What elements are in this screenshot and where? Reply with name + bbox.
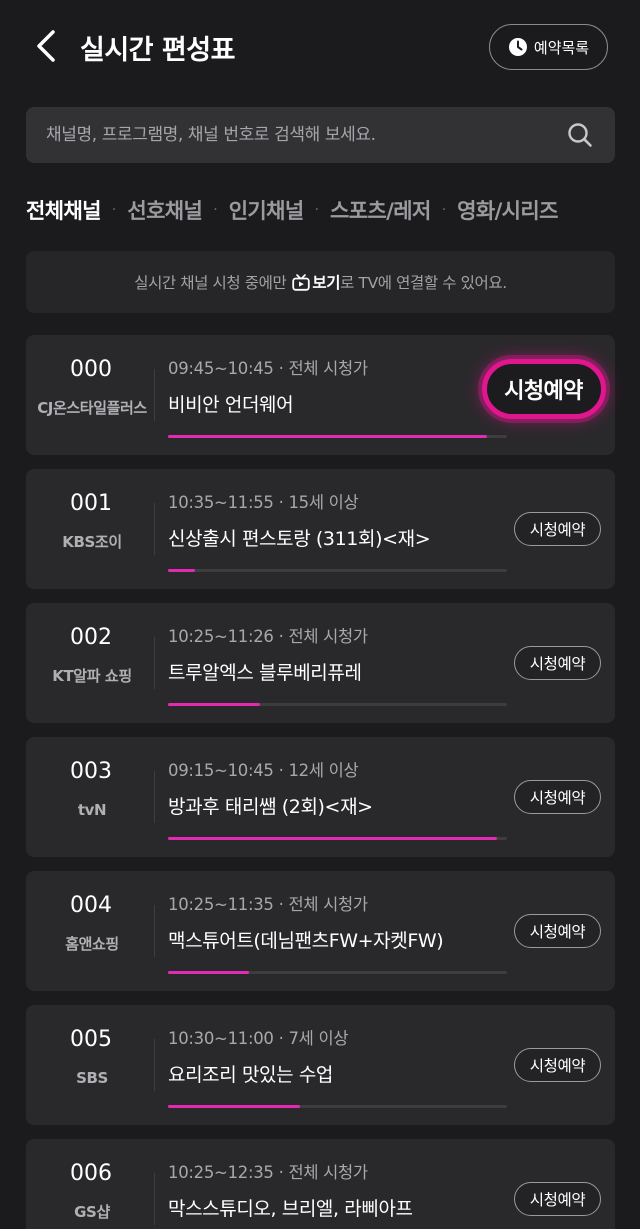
program-time: 10:30~11:00 · 7세 이상 (168, 1029, 349, 1048)
channel-divider (154, 905, 155, 957)
watch-reservation-button[interactable]: 시청예약 (514, 646, 601, 680)
channel-row[interactable]: 001 KBS조이 10:35~11:55 · 15세 이상신상출시 편스토랑 (3… (26, 469, 615, 589)
watch-reservation-button[interactable]: 시청예약 (514, 1182, 601, 1216)
notice-text-after: 로 TV에 연결할 수 있어요. (340, 274, 507, 292)
reservation-list-button[interactable]: 예약목록 (489, 24, 608, 70)
program-time: 10:25~11:26 · 전체 시청가 (168, 627, 368, 646)
program-progress-bar (168, 837, 507, 840)
search-input[interactable] (46, 125, 565, 145)
program-title: 신상출시 편스토랑 (311회)<재> (168, 528, 431, 550)
watch-reservation-button[interactable]: 시청예약 (514, 914, 601, 948)
channel-name: tvN (77, 801, 107, 819)
channel-number: 005 (70, 1027, 112, 1052)
program-title: 요리조리 맛있는 수업 (168, 1064, 333, 1086)
tab-category-1[interactable]: 선호채널 (127, 195, 202, 225)
channel-divider (154, 771, 155, 823)
tv-icon (292, 273, 311, 291)
program-progress-bar (168, 703, 507, 706)
channel-row[interactable]: 002 KT알파 쇼핑 10:25~11:26 · 전체 시청가트루알엑스 블루베리… (26, 603, 615, 723)
back-button[interactable] (26, 26, 66, 66)
channel-number: 006 (70, 1161, 112, 1186)
program-time: 10:25~11:35 · 전체 시청가 (168, 895, 368, 914)
channel-name: 홈앤쇼핑 (65, 935, 119, 953)
program-progress-bar (168, 435, 507, 438)
tab-category-0[interactable]: 전체채널 (26, 195, 101, 225)
clock-icon (508, 38, 527, 56)
header: 실시간 편성표 예약목록 (0, 0, 640, 96)
watch-reservation-button[interactable]: 시청예약 (514, 780, 601, 814)
channel-number: 000 (70, 357, 112, 382)
program-time: 10:35~11:55 · 15세 이상 (168, 493, 359, 512)
program-progress-fill (168, 1105, 301, 1108)
program-title: 트루알엑스 블루베리퓨레 (168, 662, 362, 684)
program-title: 방과후 태리쌤 (2회)<재> (168, 796, 373, 818)
program-time: 10:25~12:35 · 전체 시청가 (168, 1163, 368, 1182)
channel-divider (154, 637, 155, 689)
program-progress-fill (168, 971, 250, 974)
watch-reservation-label: 시청예약 (529, 1057, 586, 1075)
search-icon (568, 123, 592, 147)
category-separator: · (213, 202, 218, 218)
channel-name: KBS조이 (62, 533, 122, 551)
search-bar (26, 107, 615, 163)
channel-name: GS샵 (74, 1203, 110, 1221)
category-separator: · (441, 202, 447, 218)
program-time: 09:45~10:45 · 전체 시청가 (168, 359, 368, 378)
watch-reservation-label: 시청예약 (529, 923, 586, 941)
watch-reservation-label: 시청예약 (529, 789, 586, 807)
search-button[interactable] (565, 120, 595, 150)
channel-row[interactable]: 006 GS샵 10:25~12:35 · 전체 시청가막스스튜디오, 브리엘, 라… (26, 1139, 615, 1229)
watch-reservation-label: 시청예약 (529, 1191, 586, 1209)
channel-number: 002 (70, 625, 112, 650)
chevron-left-icon (37, 30, 55, 62)
program-progress-bar (168, 1105, 507, 1108)
notice-text-before: 실시간 채널 시청 중에만 (134, 274, 287, 292)
program-progress-fill (168, 435, 487, 438)
page-title: 실시간 편성표 (80, 35, 235, 66)
program-time: 09:15~10:45 · 12세 이상 (168, 761, 359, 780)
channel-name: KT알파 쇼핑 (52, 667, 132, 685)
watch-reservation-button[interactable]: 시청예약 (514, 512, 601, 546)
program-title: 비비안 언더웨어 (168, 394, 294, 416)
channel-divider (154, 369, 155, 421)
watch-reservation-button[interactable]: 시청예약 (472, 349, 615, 429)
category-separator: · (111, 202, 117, 218)
tab-category-4[interactable]: 영화/시리즈 (457, 195, 558, 225)
notice-watch-label: 보기 (312, 274, 341, 292)
watch-reservation-button[interactable]: 시청예약 (514, 1048, 601, 1082)
channel-row[interactable]: 000 CJ온스타일플러스 09:45~10:45 · 전체 시청가비비안 언더웨어… (26, 335, 615, 455)
program-progress-bar (168, 569, 507, 572)
channel-number: 003 (70, 759, 112, 784)
watch-reservation-label: 시청예약 (529, 521, 586, 539)
channel-divider (154, 503, 155, 555)
watch-reservation-label: 시청예약 (529, 655, 586, 673)
category-tabs: 전체채널 · 선호채널 · 인기채널 · 스포츠/레저 · 영화/시리즈 (26, 190, 640, 230)
channel-name: CJ온스타일플러스 (37, 399, 147, 417)
channel-divider (154, 1173, 155, 1225)
reservation-list-label: 예약목록 (533, 38, 590, 57)
channel-name: SBS (76, 1069, 108, 1087)
channel-number: 001 (70, 491, 112, 516)
notice-banner: 실시간 채널 시청 중에만 보기 로 TV에 연결할 수 있어요. (26, 251, 615, 313)
tab-category-3[interactable]: 스포츠/레저 (330, 195, 431, 225)
category-separator: · (314, 202, 320, 218)
watch-reservation-label: 시청예약 (481, 359, 606, 419)
channel-row[interactable]: 005 SBS 10:30~11:00 · 7세 이상요리조리 맛있는 수업 시청예약 (26, 1005, 615, 1125)
tab-category-2[interactable]: 인기채널 (229, 195, 304, 225)
program-progress-fill (168, 569, 196, 572)
channel-row[interactable]: 003 tvN 09:15~10:45 · 12세 이상방과후 태리쌤 (2회)<재… (26, 737, 615, 857)
channel-divider (154, 1039, 155, 1091)
program-title: 맥스튜어트(데님팬츠FW+자켓FW) (168, 930, 444, 952)
program-title: 막스스튜디오, 브리엘, 라삐아프 (168, 1198, 413, 1220)
channel-number: 004 (70, 893, 112, 918)
program-progress-fill (168, 703, 260, 706)
program-progress-fill (168, 837, 497, 840)
channel-row[interactable]: 004 홈앤쇼핑 10:25~11:35 · 전체 시청가맥스튜어트(데님팬츠FW+… (26, 871, 615, 991)
program-progress-bar (168, 971, 507, 974)
